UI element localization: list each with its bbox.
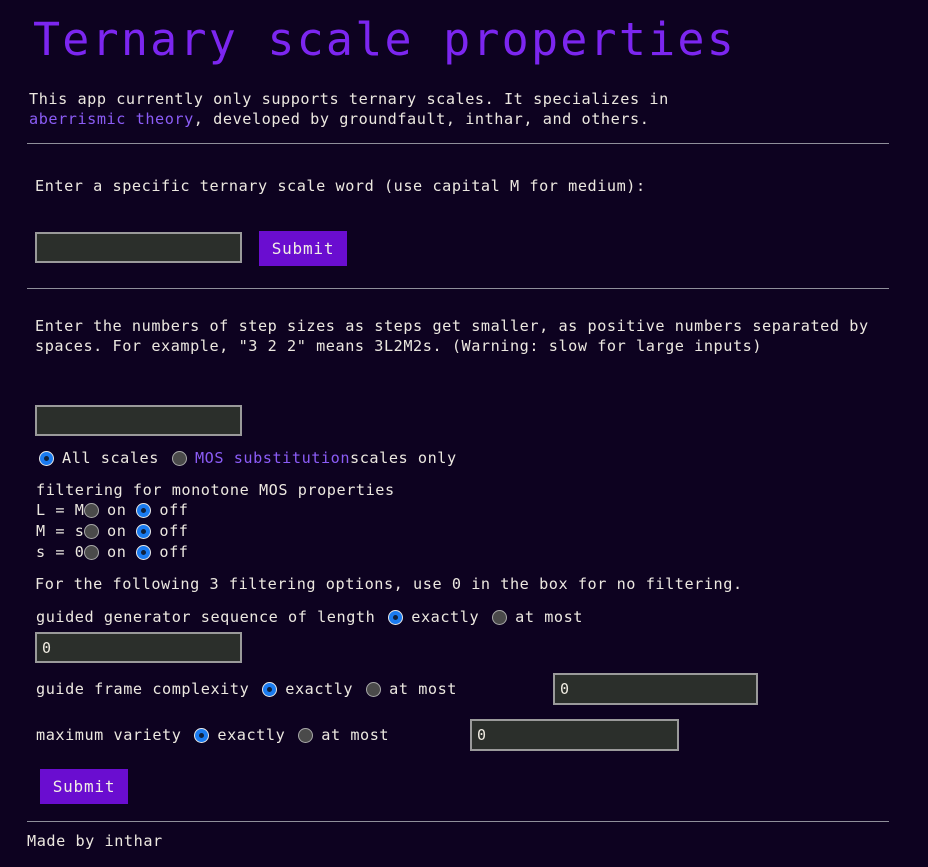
monotone-header: filtering for monotone MOS properties (36, 481, 395, 499)
radio-mos-substitution[interactable] (172, 452, 186, 465)
label-s-eq-0-off: off (159, 543, 189, 561)
app-page: Ternary scale properties This app curren… (0, 0, 928, 867)
radio-s-eq-0-on[interactable] (85, 546, 98, 559)
scale-word-label: Enter a specific ternary scale word (use… (35, 177, 646, 195)
scale-word-input[interactable] (35, 232, 242, 263)
monotone-label-l-eq-m: L = M (36, 501, 85, 519)
radio-m-eq-s-off[interactable] (137, 525, 151, 538)
radio-mv-at-most[interactable] (299, 729, 313, 742)
monotone-row-s-eq-0: s = 0 on off (36, 543, 188, 562)
intro-line-2-rest: , developed by groundfault, inthar, and … (193, 109, 650, 128)
mv-label: maximum variety (36, 726, 182, 744)
step-sizes-input[interactable] (35, 405, 242, 436)
intro-paragraph: This app currently only supports ternary… (29, 90, 909, 129)
label-s-eq-0-on: on (107, 543, 127, 561)
radio-gfc-exactly[interactable] (263, 683, 277, 696)
ggs-input[interactable] (35, 632, 242, 663)
label-mv-at-most: at most (321, 726, 390, 744)
gfc-label: guide frame complexity (36, 680, 250, 698)
label-l-eq-m-on: on (107, 501, 127, 519)
ggs-label: guided generator sequence of length (36, 608, 376, 626)
label-mos-rest: scales only (350, 449, 457, 467)
monotone-row-m-eq-s: M = s on off (36, 522, 188, 541)
submit-word-button[interactable]: Submit (259, 231, 347, 266)
radio-mv-exactly[interactable] (195, 729, 209, 742)
label-ggs-exactly: exactly (411, 608, 480, 626)
page-title: Ternary scale properties (33, 13, 737, 66)
monotone-row-l-eq-m: L = M on off (36, 501, 188, 520)
label-m-eq-s-on: on (107, 522, 127, 540)
radio-s-eq-0-off[interactable] (137, 546, 151, 559)
radio-gfc-at-most[interactable] (367, 683, 381, 696)
label-l-eq-m-off: off (159, 501, 189, 519)
radio-ggs-exactly[interactable] (389, 611, 403, 624)
submit-filters-button[interactable]: Submit (40, 769, 128, 804)
radio-all-scales[interactable] (40, 452, 53, 465)
divider-middle (27, 288, 889, 289)
label-all-scales: All scales (62, 449, 159, 467)
radio-l-eq-m-off[interactable] (137, 504, 151, 517)
radio-m-eq-s-on[interactable] (85, 525, 98, 538)
mv-row: maximum variety exactly at most (36, 726, 389, 745)
label-mv-exactly: exactly (217, 726, 286, 744)
monotone-label-s-eq-0: s = 0 (36, 543, 85, 561)
radio-ggs-at-most[interactable] (493, 611, 507, 624)
intro-line-1: This app currently only supports ternary… (29, 90, 669, 108)
monotone-label-m-eq-s: M = s (36, 522, 85, 540)
aberrismic-theory-link[interactable]: aberrismic theory (29, 110, 194, 128)
ggs-row: guided generator sequence of length exac… (36, 608, 583, 627)
radio-l-eq-m-on[interactable] (85, 504, 98, 517)
step-sizes-description: Enter the numbers of step sizes as steps… (35, 317, 869, 355)
label-ggs-at-most: at most (515, 608, 583, 626)
gfc-input[interactable] (553, 673, 758, 705)
footer-credit: Made by inthar (27, 832, 163, 850)
label-m-eq-s-off: off (159, 522, 189, 540)
label-gfc-exactly: exactly (285, 680, 354, 698)
gfc-row: guide frame complexity exactly at most (36, 680, 457, 699)
label-gfc-at-most: at most (389, 680, 457, 698)
divider-bottom (27, 821, 889, 822)
mos-substitution-link[interactable]: MOS substitution (195, 449, 350, 468)
filtering-note: For the following 3 filtering options, u… (35, 575, 743, 593)
mv-input[interactable] (470, 719, 679, 751)
scale-mode-row: All scales MOS substitution scales only (40, 449, 457, 468)
divider-top (27, 143, 889, 144)
